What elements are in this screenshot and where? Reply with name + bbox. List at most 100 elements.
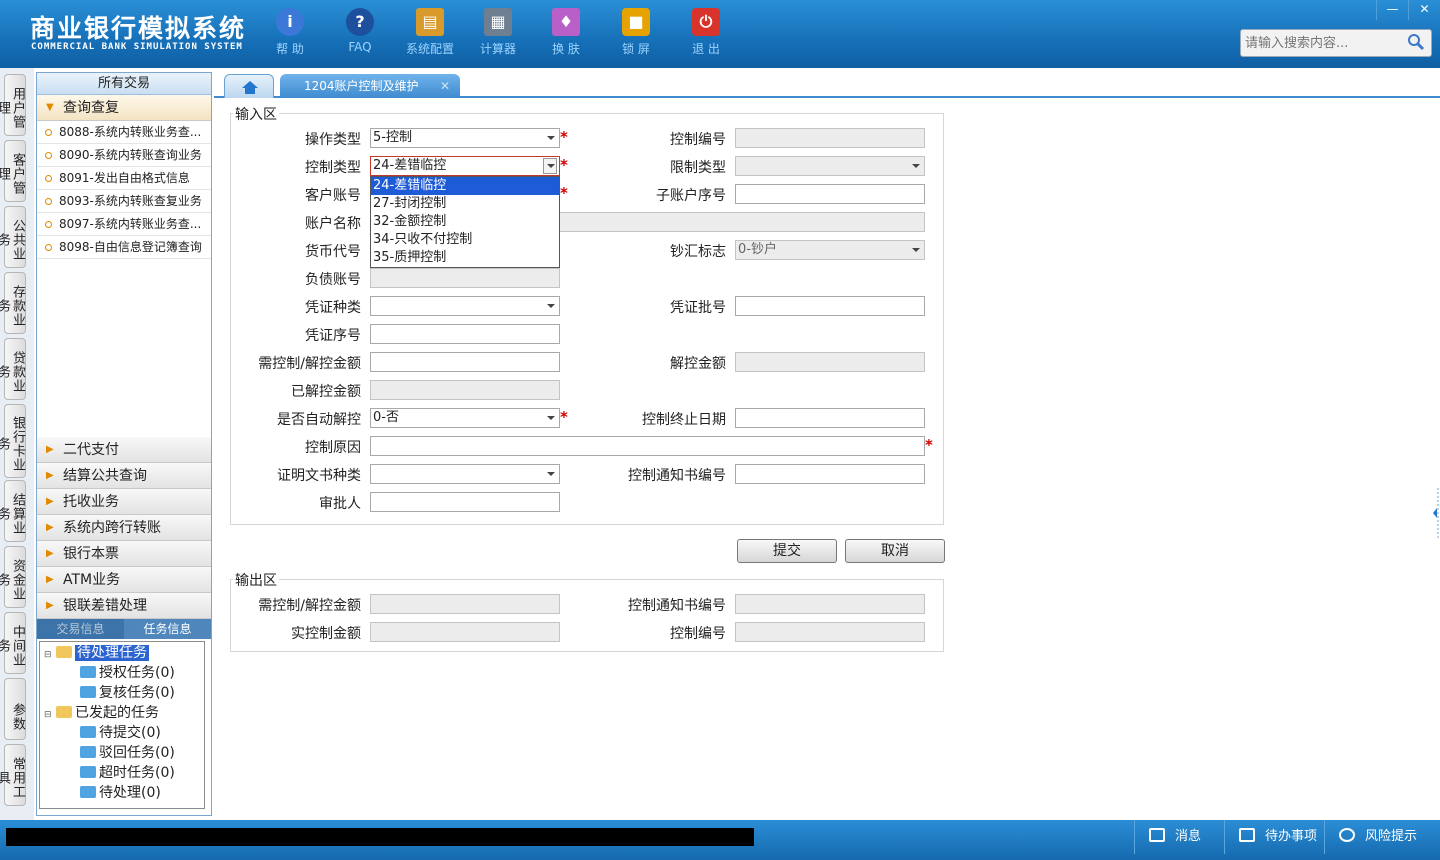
tree-node-review[interactable]: 复核任务(0) xyxy=(80,684,175,702)
vtab-intermediate[interactable]: 中间业务 xyxy=(0,612,26,674)
power-icon: ⏻ xyxy=(692,8,720,36)
task-icon xyxy=(80,686,96,698)
dropdown-option[interactable]: 32-金额控制 xyxy=(371,213,559,231)
op-type-select[interactable]: 5-控制 xyxy=(370,128,560,148)
todo-button[interactable]: 待办事项 xyxy=(1224,820,1324,854)
txn-8097[interactable]: 8097-系统内转账业务查... xyxy=(37,213,211,236)
close-tab-icon[interactable]: ✕ xyxy=(440,74,450,98)
group-cashier-check[interactable]: ▶ 银行本票 xyxy=(37,541,211,567)
sidebar-title[interactable]: 所有交易 xyxy=(37,73,211,95)
vtab-bank-card[interactable]: 银行卡业务 xyxy=(0,404,26,478)
voucher-batch-field[interactable] xyxy=(735,296,925,316)
dropdown-option[interactable]: 27-封闭控制 xyxy=(371,195,559,213)
task-icon xyxy=(80,726,96,738)
control-reason-field[interactable] xyxy=(370,436,925,456)
collapse-panel-icon[interactable] xyxy=(1430,488,1440,538)
vtab-parameters[interactable]: 参数 xyxy=(4,678,26,740)
messages-button[interactable]: 消息 xyxy=(1134,820,1224,854)
help-button[interactable]: i 帮 助 xyxy=(264,8,316,60)
tree-label: 已发起的任务 xyxy=(75,705,159,721)
search-box xyxy=(1240,29,1432,57)
task-icon xyxy=(80,746,96,758)
shirt-icon: ♦ xyxy=(552,8,580,36)
search-icon[interactable] xyxy=(1407,33,1425,51)
group-second-gen-payment[interactable]: ▶ 二代支付 xyxy=(37,437,211,463)
tree-node-rejected[interactable]: 驳回任务(0) xyxy=(80,744,175,762)
sub-account-no-field[interactable] xyxy=(735,184,925,204)
txn-8093[interactable]: 8093-系统内转账查复业务 xyxy=(37,190,211,213)
notice-no-field[interactable] xyxy=(735,464,925,484)
system-config-label: 系统配置 xyxy=(405,42,454,56)
search-input[interactable] xyxy=(1241,30,1401,56)
tab-task-info[interactable]: 任务信息 xyxy=(124,619,211,639)
tree-node-timeout[interactable]: 超时任务(0) xyxy=(80,764,175,782)
customer-account-label: 客户账号 xyxy=(305,188,361,204)
control-type-select[interactable]: 24-差错临控 xyxy=(370,156,560,176)
txn-8088[interactable]: 8088-系统内转账业务查... xyxy=(37,121,211,144)
doc-type-select[interactable] xyxy=(370,464,560,484)
txn-8098[interactable]: 8098-自由信息登记簿查询 xyxy=(37,236,211,259)
group-unionpay-error[interactable]: ▶ 银联差错处理 xyxy=(37,593,211,619)
auto-release-select[interactable]: 0-否 xyxy=(370,408,560,428)
group-collection[interactable]: ▶ 托收业务 xyxy=(37,489,211,515)
control-amount-field[interactable] xyxy=(370,352,560,372)
cancel-button[interactable]: 取消 xyxy=(845,539,945,563)
exit-button[interactable]: ⏻ 退 出 xyxy=(680,8,732,60)
vtab-settlement[interactable]: 结算业务 xyxy=(0,480,26,542)
group-query-reply[interactable]: ▼ 查询查复 xyxy=(37,95,211,121)
collapse-toggle-icon[interactable]: ⊟ xyxy=(44,650,52,660)
vtab-public-business[interactable]: 公共业务 xyxy=(0,206,26,268)
tree-label: 超时任务(0) xyxy=(99,765,175,781)
tab-home[interactable] xyxy=(224,74,274,98)
app-title: 商业银行模拟系统 xyxy=(30,14,247,43)
vtab-deposit[interactable]: 存款业务 xyxy=(0,272,26,334)
system-config-button[interactable]: ▤ 系统配置 xyxy=(404,8,456,60)
help-label: 帮 助 xyxy=(276,42,304,56)
tab-transaction-info[interactable]: 交易信息 xyxy=(37,619,124,639)
group-label: ATM业务 xyxy=(63,572,121,588)
tree-node-authorize[interactable]: 授权任务(0) xyxy=(80,664,175,682)
group-atm[interactable]: ▶ ATM业务 xyxy=(37,567,211,593)
tree-node-to-process[interactable]: 待处理(0) xyxy=(80,784,161,802)
submit-button[interactable]: 提交 xyxy=(737,539,837,563)
txn-8090[interactable]: 8090-系统内转账查询业务 xyxy=(37,144,211,167)
group-settlement-query[interactable]: ▶ 结算公共查询 xyxy=(37,463,211,489)
expanded-arrow-icon: ▼ xyxy=(46,102,54,113)
messages-label: 消息 xyxy=(1175,829,1202,844)
dropdown-option[interactable]: 34-只收不付控制 xyxy=(371,231,559,249)
voucher-seq-field[interactable] xyxy=(370,324,560,344)
vtab-loan[interactable]: 贷款业务 xyxy=(0,338,26,400)
vtab-user-management[interactable]: 用户管理 xyxy=(0,74,26,136)
vtab-common-tools[interactable]: 常用工具 xyxy=(0,744,26,806)
approver-field[interactable] xyxy=(370,492,560,512)
txn-label: 8091-发出自由格式信息 xyxy=(59,171,190,185)
risk-alert-button[interactable]: 风险提示 xyxy=(1324,820,1440,854)
op-type-value: 5-控制 xyxy=(373,130,412,145)
close-window-button[interactable]: ✕ xyxy=(1408,0,1440,20)
bullet-icon xyxy=(45,175,52,182)
tree-node-initiated[interactable]: ⊟ 已发起的任务 xyxy=(44,704,159,722)
skin-button[interactable]: ♦ 换 肤 xyxy=(540,8,592,60)
tab-account-control[interactable]: 1204账户控制及维护 ✕ xyxy=(280,74,460,98)
calculator-button[interactable]: ▦ 计算器 xyxy=(472,8,524,60)
required-mark: * xyxy=(560,408,568,426)
vtab-fund[interactable]: 资金业务 xyxy=(0,546,26,608)
voucher-type-select[interactable] xyxy=(370,296,560,316)
voucher-seq-label: 凭证序号 xyxy=(305,328,361,344)
vtab-customer-management[interactable]: 客户管理 xyxy=(0,140,26,202)
lock-screen-button[interactable]: ■ 锁 屏 xyxy=(610,8,662,60)
minimize-button[interactable]: — xyxy=(1376,0,1408,20)
txn-8091[interactable]: 8091-发出自由格式信息 xyxy=(37,167,211,190)
collapse-toggle-icon[interactable]: ⊟ xyxy=(44,710,52,720)
group-interbank-transfer[interactable]: ▶ 系统内跨行转账 xyxy=(37,515,211,541)
control-end-date-field[interactable] xyxy=(735,408,925,428)
tree-node-to-submit[interactable]: 待提交(0) xyxy=(80,724,161,742)
status-message-area xyxy=(6,828,754,846)
tree-node-pending[interactable]: ⊟ 待处理任务 xyxy=(44,644,149,662)
bullet-icon xyxy=(45,198,52,205)
dropdown-option[interactable]: 35-质押控制 xyxy=(371,249,559,267)
dropdown-option[interactable]: 24-差错临控 xyxy=(371,177,559,195)
input-area-legend: 输入区 xyxy=(233,104,279,124)
toolbox-icon: ▤ xyxy=(416,8,444,36)
faq-button[interactable]: ? FAQ xyxy=(334,8,386,60)
